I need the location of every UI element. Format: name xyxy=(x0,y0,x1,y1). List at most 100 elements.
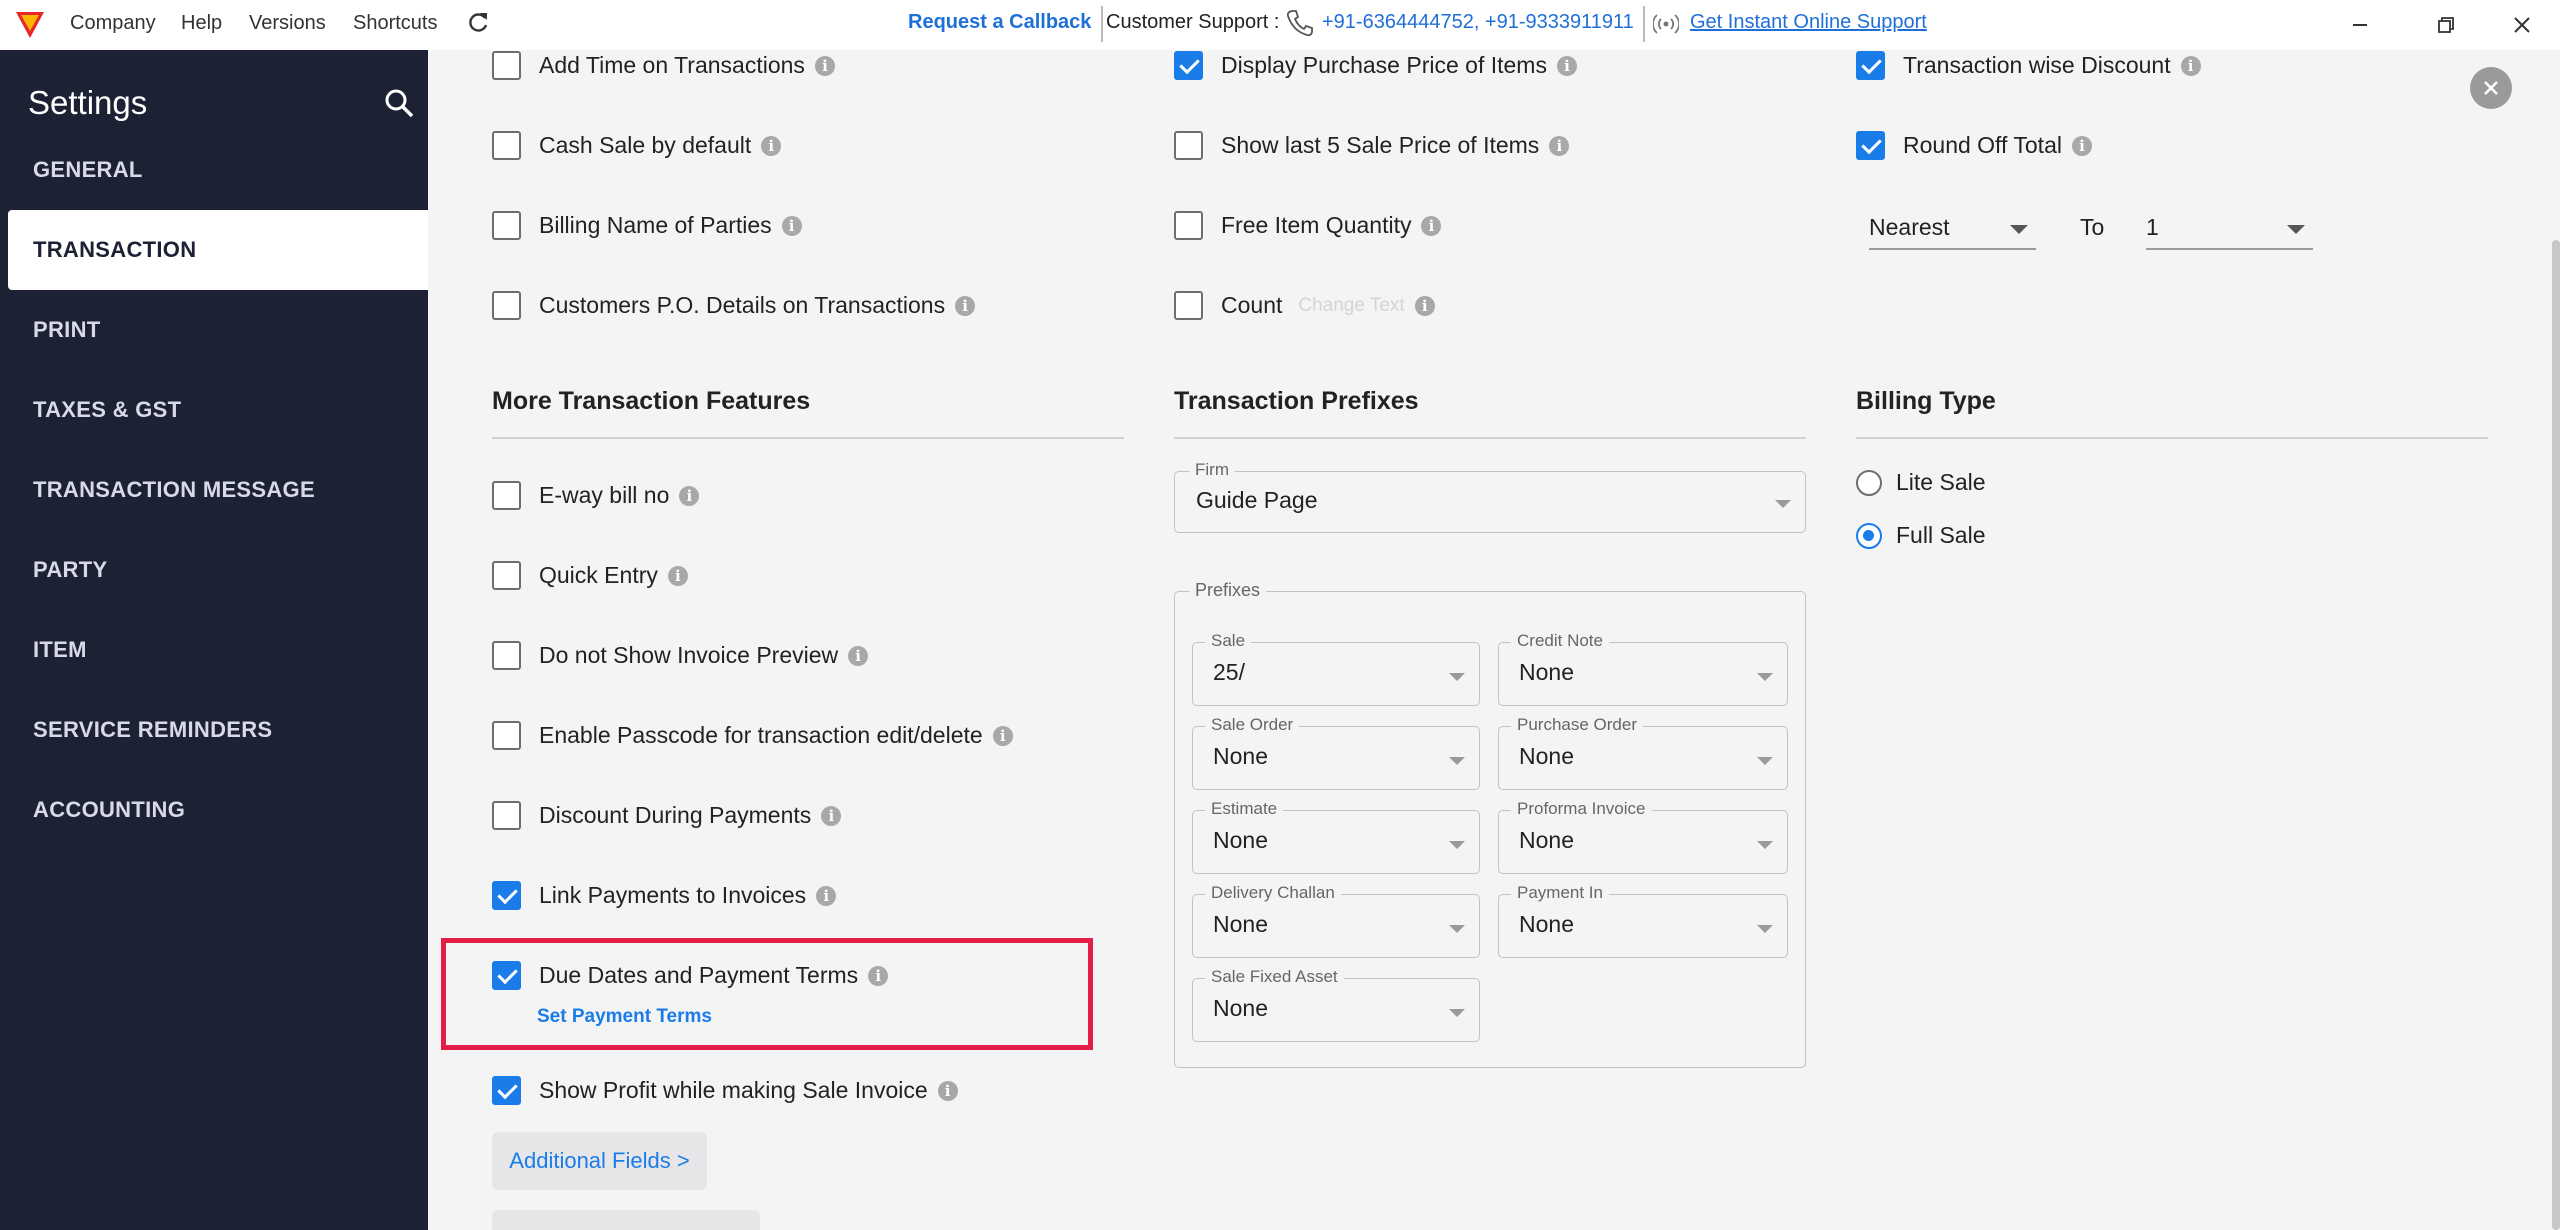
radio-label: Full Sale xyxy=(1896,522,1986,548)
option-discount-payments[interactable]: Discount During Payments i xyxy=(492,801,842,830)
radio-button[interactable] xyxy=(1856,469,1882,496)
sidebar-item-print[interactable]: PRINT xyxy=(0,290,428,370)
info-icon[interactable]: i xyxy=(955,295,976,316)
checkbox[interactable] xyxy=(1174,51,1203,80)
checkbox[interactable] xyxy=(1174,211,1203,240)
option-quick-entry[interactable]: Quick Entry i xyxy=(492,561,688,590)
menu-company[interactable]: Company xyxy=(70,12,156,35)
option-no-invoice-preview[interactable]: Do not Show Invoice Preview i xyxy=(492,641,869,670)
info-icon[interactable]: i xyxy=(992,725,1013,746)
sidebar-item-transaction-message[interactable]: TRANSACTION MESSAGE xyxy=(0,450,428,530)
info-icon[interactable]: i xyxy=(761,135,782,156)
set-payment-terms-link[interactable]: Set Payment Terms xyxy=(537,1006,712,1028)
prefix-estimate-select[interactable]: Estimate None xyxy=(1192,799,1480,874)
support-phone-numbers[interactable]: +91-6364444752, +91-9333911911 xyxy=(1322,11,1634,34)
option-show-profit[interactable]: Show Profit while making Sale Invoice i xyxy=(492,1076,958,1105)
prefix-delivery-challan-select[interactable]: Delivery Challan None xyxy=(1192,883,1480,958)
option-round-off[interactable]: Round Off Total i xyxy=(1856,131,2092,160)
request-callback-link[interactable]: Request a Callback xyxy=(908,11,1091,34)
close-settings-button[interactable] xyxy=(2470,67,2512,109)
additional-fields-button[interactable]: Additional Fields > xyxy=(492,1132,707,1190)
info-icon[interactable]: i xyxy=(814,55,835,76)
menu-shortcuts[interactable]: Shortcuts xyxy=(353,12,437,35)
prefix-payment-in-select[interactable]: Payment In None xyxy=(1498,883,1788,958)
checkbox[interactable] xyxy=(492,291,521,320)
prefix-purchase-order-select[interactable]: Purchase Order None xyxy=(1498,715,1788,790)
info-icon[interactable]: i xyxy=(868,965,889,986)
sidebar-item-service-reminders[interactable]: SERVICE REMINDERS xyxy=(0,690,428,770)
round-to-select[interactable]: 1 xyxy=(2146,206,2313,250)
option-link-payments[interactable]: Link Payments to Invoices i xyxy=(492,881,837,910)
checkbox[interactable] xyxy=(492,211,521,240)
menu-versions[interactable]: Versions xyxy=(249,12,326,35)
sidebar-item-taxes-gst[interactable]: TAXES & GST xyxy=(0,370,428,450)
refresh-icon[interactable] xyxy=(465,10,491,36)
close-window-icon[interactable] xyxy=(2502,8,2542,42)
sidebar-item-item[interactable]: ITEM xyxy=(0,610,428,690)
option-due-dates[interactable]: Due Dates and Payment Terms i xyxy=(492,961,889,990)
firm-select[interactable]: Firm Guide Page xyxy=(1174,460,1806,533)
sidebar-item-general[interactable]: GENERAL xyxy=(0,130,428,210)
more-button[interactable] xyxy=(492,1210,760,1230)
option-passcode[interactable]: Enable Passcode for transaction edit/del… xyxy=(492,721,1013,750)
option-customer-po[interactable]: Customers P.O. Details on Transactions i xyxy=(492,291,976,320)
billing-type-lite-sale[interactable]: Lite Sale xyxy=(1856,469,1986,496)
prefix-sale-fixed-asset-select[interactable]: Sale Fixed Asset None xyxy=(1192,967,1480,1042)
restore-icon[interactable] xyxy=(2426,8,2466,42)
info-icon[interactable]: i xyxy=(667,565,688,586)
option-transaction-discount[interactable]: Transaction wise Discount i xyxy=(1856,51,2201,80)
option-billing-name[interactable]: Billing Name of Parties i xyxy=(492,211,802,240)
prefix-sale-order-select[interactable]: Sale Order None xyxy=(1192,715,1480,790)
option-add-time[interactable]: Add Time on Transactions i xyxy=(492,51,835,80)
checkbox[interactable] xyxy=(492,641,521,670)
info-icon[interactable]: i xyxy=(2071,135,2092,156)
prefix-sale-select[interactable]: Sale 25/ xyxy=(1192,631,1480,706)
minimize-icon[interactable] xyxy=(2340,8,2380,42)
checkbox[interactable] xyxy=(492,961,521,990)
caret-down-icon xyxy=(2287,225,2305,234)
search-icon[interactable] xyxy=(382,86,416,120)
change-text-link[interactable]: Change Text xyxy=(1298,295,1404,317)
info-icon[interactable]: i xyxy=(1549,135,1570,156)
info-icon[interactable]: i xyxy=(781,215,802,236)
sidebar-item-party[interactable]: PARTY xyxy=(0,530,428,610)
option-eway-bill[interactable]: E-way bill no i xyxy=(492,481,700,510)
info-icon[interactable]: i xyxy=(1556,55,1577,76)
checkbox[interactable] xyxy=(492,131,521,160)
menu-help[interactable]: Help xyxy=(181,12,222,35)
checkbox[interactable] xyxy=(1856,131,1885,160)
radio-button[interactable] xyxy=(1856,522,1882,549)
sidebar-item-accounting[interactable]: ACCOUNTING xyxy=(0,770,428,850)
checkbox[interactable] xyxy=(1856,51,1885,80)
info-icon[interactable]: i xyxy=(848,645,869,666)
info-icon[interactable]: i xyxy=(679,485,700,506)
round-mode-select[interactable]: Nearest xyxy=(1869,206,2036,250)
info-icon[interactable]: i xyxy=(937,1080,958,1101)
sidebar-item-transaction[interactable]: TRANSACTION xyxy=(8,210,428,290)
option-free-item-qty[interactable]: Free Item Quantity i xyxy=(1174,211,1442,240)
info-icon[interactable]: i xyxy=(2180,55,2201,76)
instant-online-support-link[interactable]: Get Instant Online Support xyxy=(1690,11,1927,34)
option-label: Show Profit while making Sale Invoice xyxy=(539,1077,928,1103)
prefix-credit-note-select[interactable]: Credit Note None xyxy=(1498,631,1788,706)
checkbox[interactable] xyxy=(492,561,521,590)
scrollbar[interactable] xyxy=(2552,240,2560,1230)
prefix-proforma-invoice-select[interactable]: Proforma Invoice None xyxy=(1498,799,1788,874)
option-display-purchase-price[interactable]: Display Purchase Price of Items i xyxy=(1174,51,1577,80)
checkbox[interactable] xyxy=(492,721,521,750)
option-cash-sale-default[interactable]: Cash Sale by default i xyxy=(492,131,782,160)
info-icon[interactable]: i xyxy=(821,805,842,826)
option-count[interactable]: Count Change Text i xyxy=(1174,291,1435,320)
checkbox[interactable] xyxy=(492,51,521,80)
option-last-5-sale-price[interactable]: Show last 5 Sale Price of Items i xyxy=(1174,131,1570,160)
checkbox[interactable] xyxy=(492,1076,521,1105)
checkbox[interactable] xyxy=(492,481,521,510)
info-icon[interactable]: i xyxy=(1421,215,1442,236)
checkbox[interactable] xyxy=(492,881,521,910)
checkbox[interactable] xyxy=(1174,131,1203,160)
checkbox[interactable] xyxy=(492,801,521,830)
info-icon[interactable]: i xyxy=(1414,295,1435,316)
billing-type-full-sale[interactable]: Full Sale xyxy=(1856,522,1985,549)
info-icon[interactable]: i xyxy=(816,885,837,906)
checkbox[interactable] xyxy=(1174,291,1203,320)
